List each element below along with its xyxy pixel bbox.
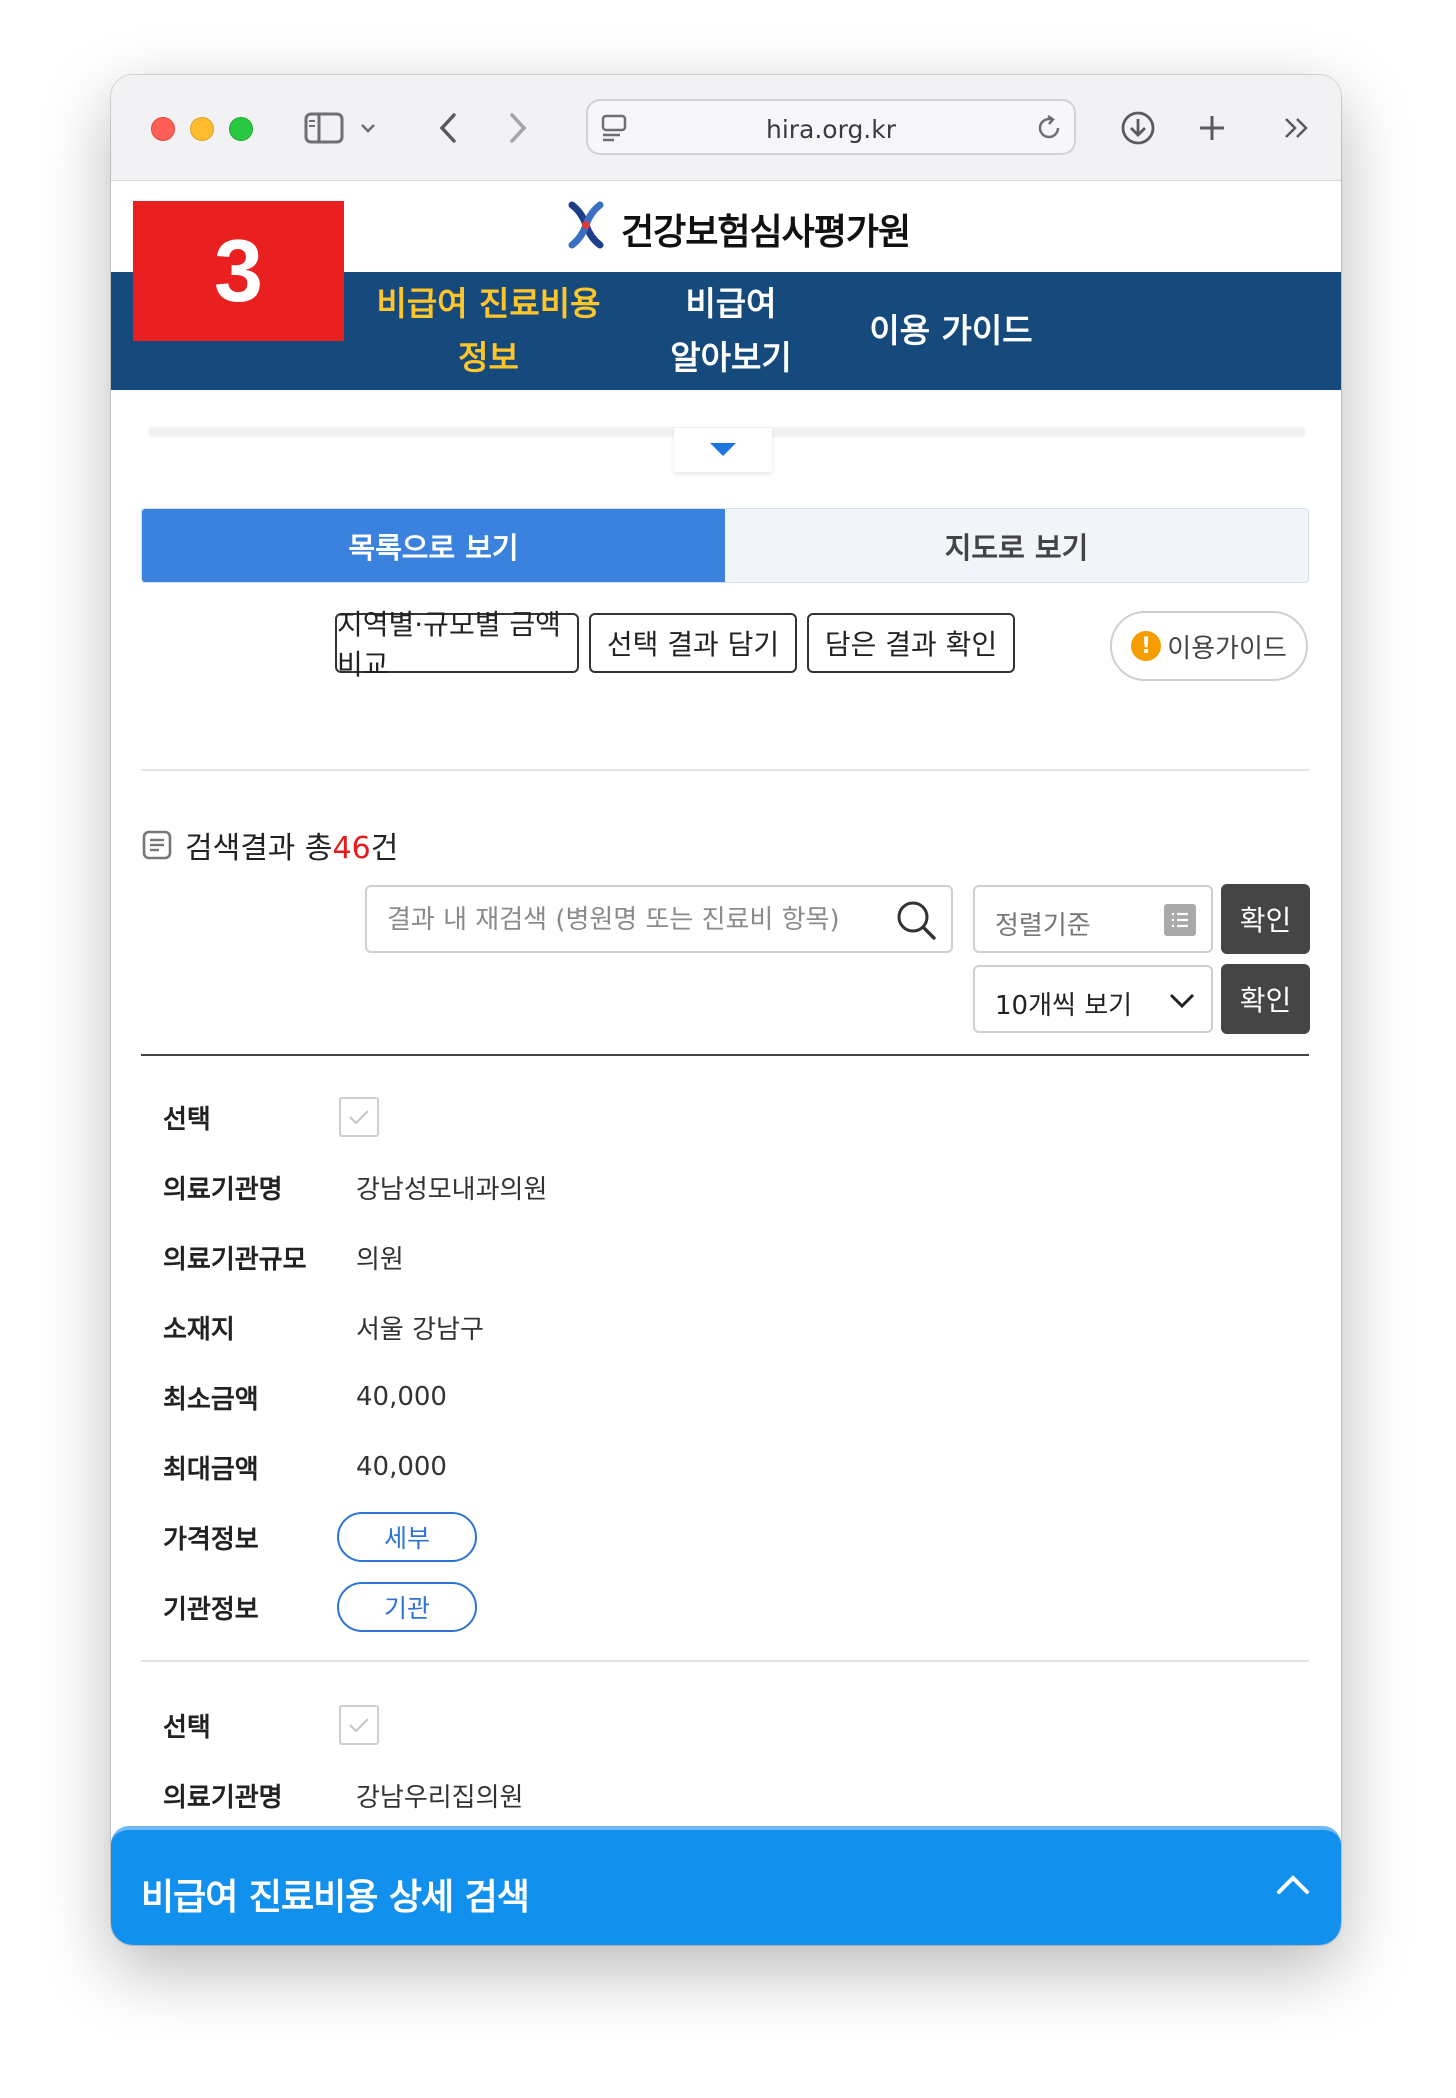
tab-list-view[interactable]: 목록으로 보기 [142,509,725,582]
field-value: 서울 강남구 [356,1314,484,1345]
reload-icon[interactable] [1034,113,1064,147]
caret-down-icon [710,443,736,456]
field-label: 의료기관규모 [163,1244,307,1275]
per-page-value: 10개씩 보기 [995,991,1133,1021]
field-value: 의원 [356,1244,404,1275]
field-value: 강남성모내과의원 [356,1174,548,1205]
select-checkbox[interactable] [339,1705,379,1745]
chevron-down-icon[interactable] [357,105,379,151]
save-selected-results-button[interactable]: 선택 결과 담기 [589,613,797,673]
result-search-box [365,885,953,953]
browser-window: hira.org.kr 건강보험심사평가원 비급여 진료비용 정보 비급여 알아… [111,75,1341,1945]
view-mode-tabs: 목록으로 보기 지도로 보기 [141,508,1309,583]
nav-label-line2: 정보 [458,338,519,377]
nav-item-noncovered-learn[interactable]: 비급여 알아보기 [631,272,831,390]
site-logo-text[interactable]: 건강보험심사평가원 [621,203,911,255]
usage-guide-label: 이용가이드 [1167,633,1287,664]
field-label: 소재지 [163,1314,235,1345]
sort-confirm-button[interactable]: 확인 [1221,884,1310,954]
nav-item-usage-guide[interactable]: 이용 가이드 [851,272,1051,390]
nav-item-noncovered-cost-info[interactable]: 비급여 진료비용 정보 [371,272,606,390]
record-divider [141,1660,1309,1662]
nav-label-line1: 비급여 [685,284,777,323]
browser-toolbar: hira.org.kr [111,75,1341,181]
price-detail-button[interactable]: 세부 [337,1512,477,1562]
org-info-button[interactable]: 기관 [337,1582,477,1632]
more-tabs-icon[interactable] [1279,105,1315,151]
hira-logo-icon[interactable] [566,201,606,253]
detail-search-title: 비급여 진료비용 상세 검색 [141,1877,530,1918]
per-page-select[interactable]: 10개씩 보기 [973,965,1213,1033]
chevron-up-icon[interactable] [1273,1872,1313,1902]
step-badge: 3 [133,201,344,341]
minimize-window-button[interactable] [190,117,214,141]
web-page: 건강보험심사평가원 비급여 진료비용 정보 비급여 알아보기 이용 가이드 3 [111,181,1341,1945]
zoom-window-button[interactable] [229,117,253,141]
compare-by-region-button[interactable]: 지역별·규모별 금액 비교 [335,608,579,681]
field-label: 기관정보 [163,1594,259,1625]
field-label: 가격정보 [163,1524,259,1555]
nav-label-line1: 비급여 진료비용 [376,284,601,323]
detail-search-panel[interactable]: 비급여 진료비용 상세 검색 [111,1826,1341,1945]
result-search-input[interactable] [387,901,887,939]
new-tab-icon[interactable] [1191,105,1233,151]
chevron-down-icon [1167,983,1197,1021]
field-label: 의료기관명 [163,1174,283,1205]
forward-icon[interactable] [503,105,533,151]
check-icon [349,1718,369,1733]
result-count-number: 46 [332,831,371,866]
sort-select[interactable]: 정렬기준 [973,885,1213,953]
per-page-confirm-button[interactable]: 확인 [1221,964,1310,1034]
field-label: 선택 [163,1712,211,1743]
check-icon [349,1110,369,1125]
address-bar[interactable]: hira.org.kr [586,99,1076,155]
field-value: 40,000 [356,1452,447,1482]
field-value: 40,000 [356,1382,447,1412]
results-top-divider [141,1054,1309,1056]
document-icon [142,830,172,860]
nav-label: 이용 가이드 [869,311,1033,350]
field-label: 선택 [163,1104,211,1135]
view-saved-results-button[interactable]: 담은 결과 확인 [807,613,1015,673]
download-icon[interactable] [1117,105,1159,151]
field-label: 의료기관명 [163,1782,283,1813]
back-icon[interactable] [433,105,463,151]
select-checkbox[interactable] [339,1097,379,1137]
usage-guide-button[interactable]: ! 이용가이드 [1110,611,1308,681]
list-icon [1163,903,1197,941]
field-label: 최대금액 [163,1454,259,1485]
search-icon[interactable] [895,899,937,945]
sidebar-icon[interactable] [301,105,347,151]
divider [141,769,1309,771]
result-suffix: 건 [370,831,399,866]
exclamation-icon: ! [1131,631,1162,661]
sort-select-placeholder: 정렬기준 [995,911,1091,941]
field-value: 강남우리집의원 [356,1782,524,1813]
search-result-count: 검색결과 총46건 [141,823,398,867]
nav-label-line2: 알아보기 [670,338,792,377]
close-window-button[interactable] [151,117,175,141]
field-label: 최소금액 [163,1384,259,1415]
result-prefix: 검색결과 총 [185,831,333,866]
tab-map-view[interactable]: 지도로 보기 [725,509,1308,582]
url-text: hira.org.kr [765,115,897,144]
expand-filter-toggle[interactable] [674,428,772,472]
